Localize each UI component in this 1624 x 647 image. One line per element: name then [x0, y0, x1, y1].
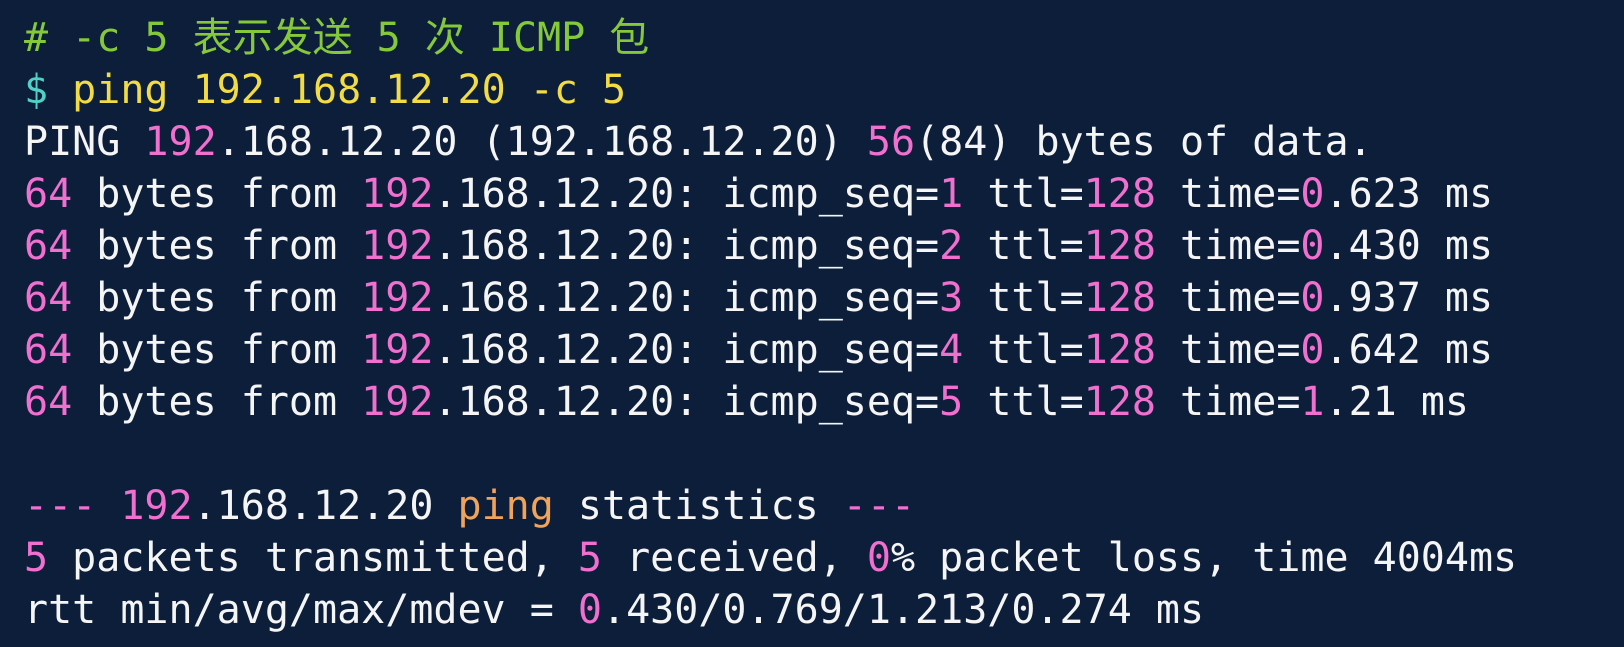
terminal-text-segment: 192	[361, 379, 434, 425]
terminal-text-segment: 0	[866, 535, 891, 581]
terminal-text-segment: 2	[939, 223, 964, 269]
terminal-text-segment: 5	[24, 535, 49, 581]
terminal-window[interactable]: # -c 5 表示发送 5 次 ICMP 包 $ ping 192.168.12.…	[0, 0, 1624, 647]
terminal-line: 64 bytes from 192.168.12.20: icmp_seq=2 …	[24, 220, 1624, 272]
terminal-text-segment: PING	[24, 119, 145, 165]
terminal-text-segment: 64	[24, 327, 73, 373]
terminal-text-segment: .168.12.20 (192.168.12.20)	[216, 119, 867, 165]
terminal-text-segment: 128	[1083, 379, 1156, 425]
terminal-text-segment: .168.12.20: icmp_seq=	[433, 327, 940, 373]
terminal-text-segment: 3	[939, 275, 964, 321]
terminal-text-segment: 128	[1083, 275, 1156, 321]
terminal-text-segment: time=	[1155, 223, 1301, 269]
terminal-text-segment: 0	[1300, 223, 1325, 269]
terminal-text-segment: (84) bytes of data.	[915, 119, 1373, 165]
terminal-text-segment: .430/0.769/1.213/0.274 ms	[601, 587, 1205, 633]
terminal-text-segment: ttl=	[963, 275, 1084, 321]
terminal-text-segment: .623 ms	[1324, 171, 1494, 217]
terminal-text-segment: statistics	[553, 483, 843, 529]
terminal-text-segment: rtt min/avg/max/mdev =	[24, 587, 578, 633]
terminal-text-segment: .430 ms	[1324, 223, 1494, 269]
terminal-line: 64 bytes from 192.168.12.20: icmp_seq=5 …	[24, 376, 1624, 428]
terminal-text-segment: 192	[361, 223, 434, 269]
terminal-text-segment: # -c 5 表示发送 5 次 ICMP 包	[24, 15, 650, 61]
terminal-text-segment: 192	[361, 171, 434, 217]
terminal-text-segment: .168.12.20: icmp_seq=	[433, 379, 940, 425]
terminal-text-segment: ---	[24, 483, 121, 529]
terminal-text-segment: % packet loss, time 4004ms	[891, 535, 1518, 581]
terminal-text-segment: time=	[1155, 379, 1301, 425]
terminal-text-segment: ttl=	[963, 171, 1084, 217]
terminal-text-segment: ttl=	[963, 327, 1084, 373]
terminal-line: PING 192.168.12.20 (192.168.12.20) 56(84…	[24, 116, 1624, 168]
terminal-text-segment: .168.12.20: icmp_seq=	[433, 275, 940, 321]
terminal-line: 5 packets transmitted, 5 received, 0% pa…	[24, 532, 1624, 584]
terminal-text-segment: bytes from	[72, 223, 362, 269]
terminal-text-segment: 1	[939, 171, 964, 217]
terminal-line: 64 bytes from 192.168.12.20: icmp_seq=1 …	[24, 168, 1624, 220]
terminal-text-segment: .168.12.20: icmp_seq=	[433, 223, 940, 269]
terminal-text-segment: packets transmitted,	[48, 535, 578, 581]
terminal-text-segment: bytes from	[72, 327, 362, 373]
terminal-text-segment: 192	[361, 327, 434, 373]
terminal-text-segment: 128	[1083, 171, 1156, 217]
terminal-text-segment: received,	[602, 535, 867, 581]
terminal-text-segment: 4	[939, 327, 964, 373]
terminal-text-segment: ping 192.168.12.20 -c 5	[72, 67, 627, 113]
terminal-text-segment: 1	[1300, 379, 1325, 425]
terminal-text-segment: 0	[1300, 275, 1325, 321]
terminal-text-segment: .937 ms	[1324, 275, 1494, 321]
terminal-line: --- 192.168.12.20 ping statistics ---	[24, 480, 1624, 532]
terminal-text-segment: 0	[1300, 171, 1325, 217]
terminal-text-segment: ping	[457, 483, 554, 529]
terminal-text-segment: 192	[120, 483, 193, 529]
terminal-text-segment: 64	[24, 275, 73, 321]
terminal-text-segment: 128	[1083, 223, 1156, 269]
terminal-line: rtt min/avg/max/mdev = 0.430/0.769/1.213…	[24, 584, 1624, 636]
terminal-text-segment: 5	[939, 379, 964, 425]
terminal-text-segment: 5	[577, 535, 602, 581]
terminal-text-segment: 192	[144, 119, 217, 165]
terminal-text-segment: 128	[1083, 327, 1156, 373]
terminal-text-segment: .642 ms	[1324, 327, 1494, 373]
terminal-text-segment: 56	[866, 119, 916, 165]
terminal-line: 64 bytes from 192.168.12.20: icmp_seq=4 …	[24, 324, 1624, 376]
terminal-text-segment: ttl=	[963, 223, 1084, 269]
terminal-text-segment: bytes from	[72, 171, 362, 217]
terminal-text-segment: 64	[24, 171, 73, 217]
terminal-text-segment: .21 ms	[1324, 379, 1470, 425]
terminal-text-segment: 64	[24, 379, 73, 425]
terminal-text-segment: .168.12.20: icmp_seq=	[433, 171, 940, 217]
terminal-text-segment: .168.12.20	[192, 483, 458, 529]
terminal-text-segment: time=	[1155, 327, 1301, 373]
terminal-text-segment: 64	[24, 223, 73, 269]
terminal-text-segment: $	[24, 67, 73, 113]
terminal-text-segment: time=	[1155, 275, 1301, 321]
terminal-line: # -c 5 表示发送 5 次 ICMP 包	[24, 12, 1624, 64]
terminal-line: $ ping 192.168.12.20 -c 5	[24, 64, 1624, 116]
terminal-text-segment: 0	[1300, 327, 1325, 373]
terminal-line: 64 bytes from 192.168.12.20: icmp_seq=3 …	[24, 272, 1624, 324]
terminal-text-segment: 0	[577, 587, 602, 633]
terminal-text-segment: ---	[842, 483, 916, 529]
terminal-text-segment: bytes from	[72, 275, 362, 321]
terminal-text-segment: ttl=	[963, 379, 1084, 425]
terminal-text-segment: time=	[1155, 171, 1301, 217]
terminal-text-segment: bytes from	[72, 379, 362, 425]
terminal-text-segment: 192	[361, 275, 434, 321]
